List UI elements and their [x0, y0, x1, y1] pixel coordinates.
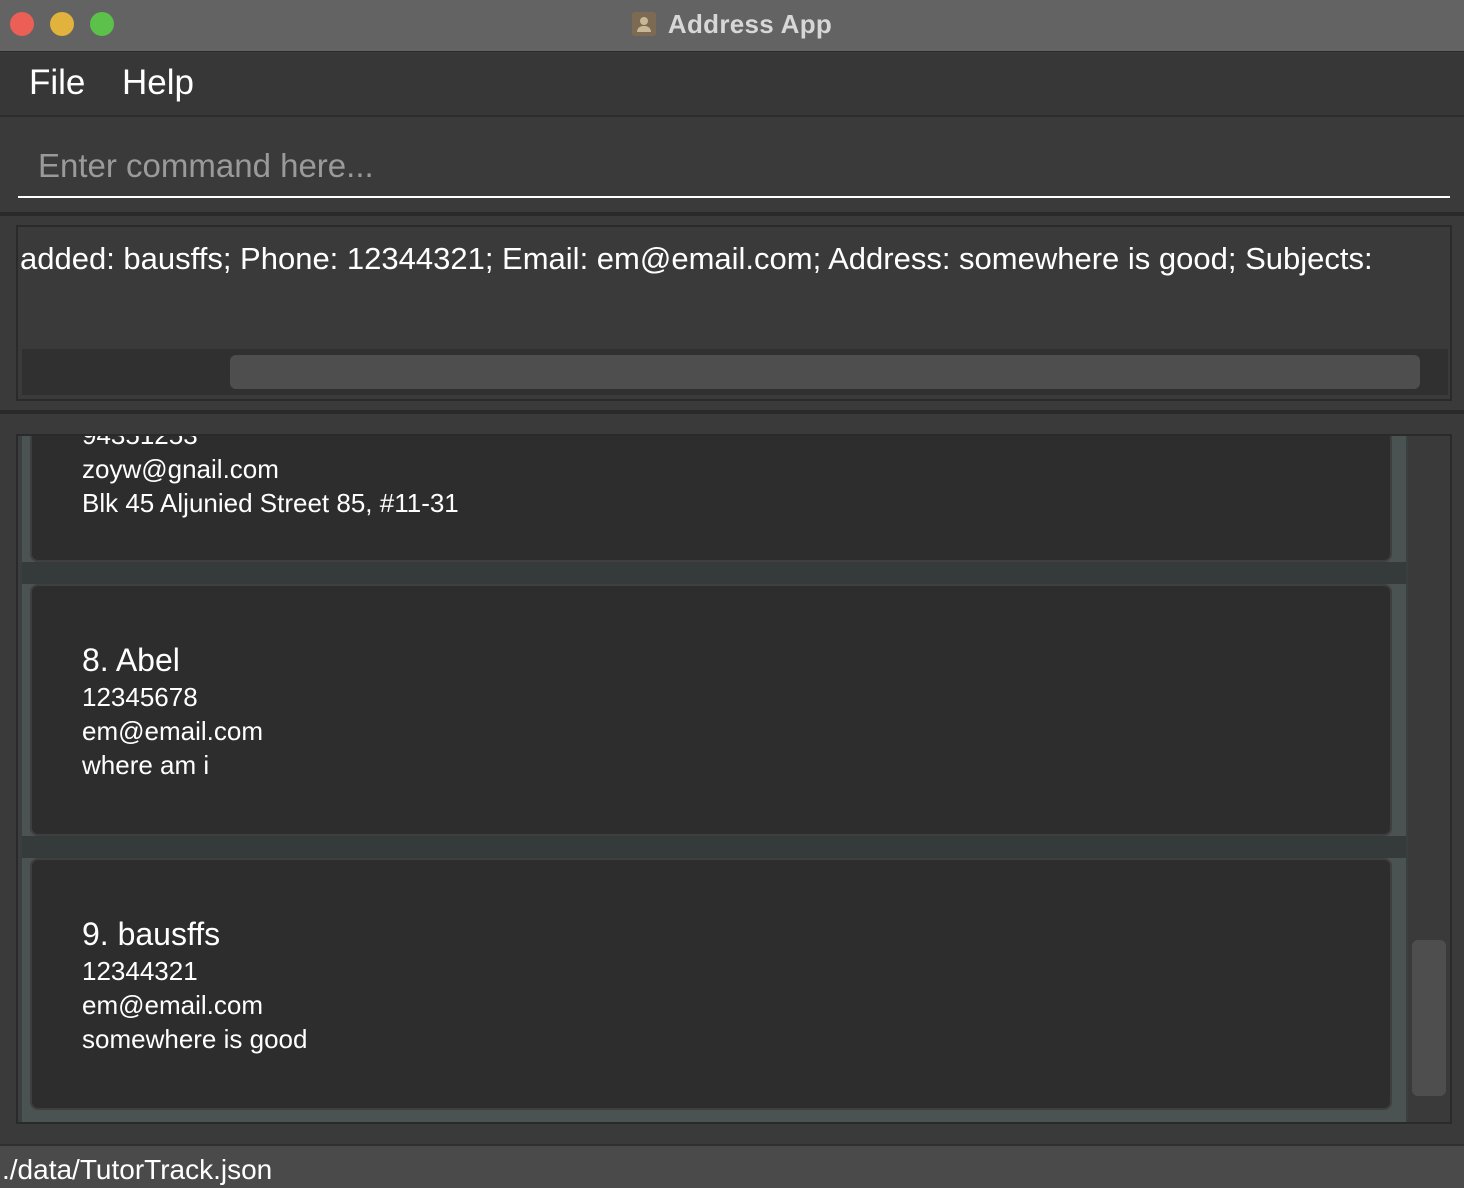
person-email: em@email.com [82, 990, 263, 1020]
person-address: where am i [82, 750, 210, 780]
status-bar: ./data/TutorTrack.json [0, 1144, 1464, 1188]
person-address: Blk 45 Aljunied Street 85, #11-31 [82, 488, 459, 518]
menu-file[interactable]: File [29, 63, 85, 103]
command-box [0, 118, 1464, 212]
person-phone: 94351253 [82, 434, 198, 450]
person-card[interactable]: 8. Abel 12345678 em@email.com where am i [30, 584, 1392, 836]
menu-bar: File Help [0, 53, 1464, 117]
horizontal-scroll-thumb[interactable] [230, 355, 1420, 389]
horizontal-scrollbar[interactable] [22, 349, 1448, 395]
person-address: somewhere is good [82, 1024, 308, 1054]
person-list-viewport[interactable]: 94351253 zoyw@gnail.com Blk 45 Aljunied … [22, 436, 1406, 1122]
person-card[interactable]: 9. bausffs 12344321 em@email.com somewhe… [30, 858, 1392, 1110]
person-card[interactable]: 94351253 zoyw@gnail.com Blk 45 Aljunied … [30, 434, 1392, 562]
window-title-group: Address App [0, 0, 1464, 48]
title-bar: Address App [0, 0, 1464, 52]
person-phone: 12345678 [82, 682, 198, 712]
person-name: 9. bausffs [82, 916, 221, 952]
vertical-scroll-thumb[interactable] [1412, 940, 1446, 1096]
command-input[interactable] [18, 136, 1450, 198]
person-email: zoyw@gnail.com [82, 454, 279, 484]
person-list: 94351253 zoyw@gnail.com Blk 45 Aljunied … [16, 434, 1452, 1124]
result-display: added: bausffs; Phone: 12344321; Email: … [16, 225, 1452, 401]
result-text: added: bausffs; Phone: 12344321; Email: … [20, 241, 1373, 276]
app-window: Address App File Help added: bausffs; Ph… [0, 0, 1464, 1188]
list-row-separator [22, 836, 1406, 858]
data-file-path: ./data/TutorTrack.json [2, 1154, 273, 1185]
person-email: em@email.com [82, 716, 263, 746]
menu-help[interactable]: Help [122, 63, 194, 103]
address-book-icon [631, 12, 656, 36]
person-phone: 12344321 [82, 956, 198, 986]
pane-divider[interactable] [0, 212, 1464, 216]
window-title: Address App [667, 8, 833, 39]
person-name: 8. Abel [82, 642, 180, 678]
vertical-scrollbar[interactable] [1408, 436, 1450, 1122]
pane-divider[interactable] [0, 410, 1464, 414]
list-row-separator [22, 562, 1406, 584]
